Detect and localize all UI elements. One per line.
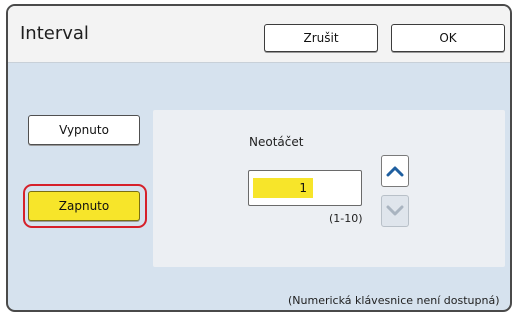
chevron-down-icon — [386, 205, 404, 216]
interval-value: 1 — [253, 178, 313, 198]
value-range-hint: (1-10) — [329, 212, 363, 225]
field-label: Neotáčet — [249, 135, 304, 149]
settings-panel: Neotáčet 1 (1-10) — [153, 110, 505, 267]
interval-dialog: Interval Zrušit OK Vypnuto Zapnuto Neotá… — [6, 4, 512, 312]
increment-button[interactable] — [381, 155, 409, 187]
off-option-button[interactable]: Vypnuto — [28, 115, 140, 145]
dialog-header: Interval Zrušit OK — [8, 6, 510, 63]
on-option-button[interactable]: Zapnuto — [28, 191, 140, 221]
decrement-button[interactable] — [381, 195, 409, 227]
ok-button[interactable]: OK — [391, 24, 505, 52]
chevron-up-icon — [386, 166, 404, 177]
interval-value-field[interactable]: 1 — [248, 170, 362, 206]
cancel-button[interactable]: Zrušit — [264, 24, 378, 52]
dialog-title: Interval — [20, 23, 89, 44]
keypad-unavailable-note: (Numerická klávesnice není dostupná) — [288, 294, 500, 307]
